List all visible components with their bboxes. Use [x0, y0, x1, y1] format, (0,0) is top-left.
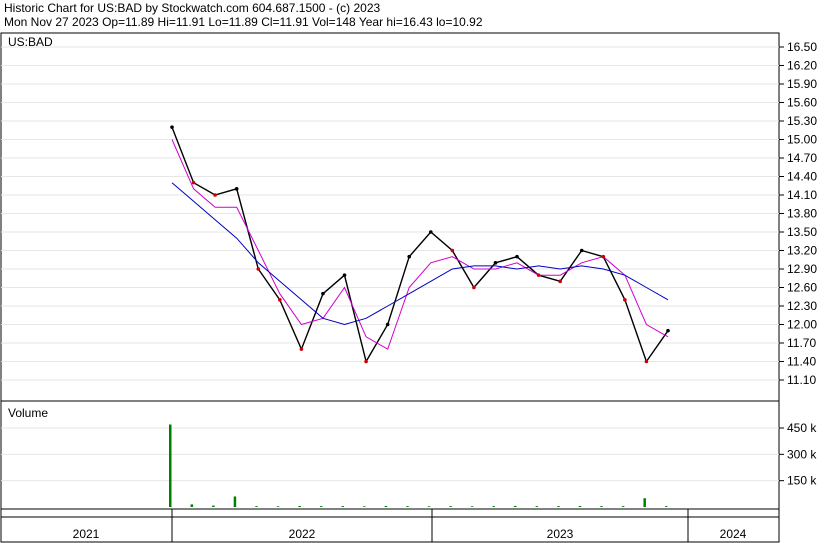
price-point: [515, 254, 519, 259]
price-point: [428, 230, 433, 234]
price-point: [536, 273, 541, 277]
price-point: [644, 359, 649, 364]
price-tick-label: 11.40: [787, 355, 816, 369]
price-tick-label: 11.10: [787, 373, 816, 387]
price-tick-label: 12.00: [787, 318, 817, 332]
year-label: 2022: [289, 527, 316, 541]
price-tick-label: 12.90: [787, 262, 817, 276]
volume-bar: [621, 506, 625, 507]
volume-bar: [514, 505, 517, 507]
price-point: [234, 187, 239, 191]
price-tick-label: 15.90: [787, 77, 817, 91]
volume-bar: [212, 505, 215, 507]
volume-panel-title: Volume: [8, 406, 48, 420]
price-point: [170, 125, 174, 129]
price-point: [321, 291, 325, 296]
volume-bar: [492, 506, 495, 507]
volume-bar: [643, 498, 646, 507]
stock-chart: Historic Chart for US:BAD by Stockwatch.…: [0, 1, 817, 543]
year-label: 2021: [73, 527, 100, 541]
volume-bar: [600, 506, 603, 507]
volume-panel: [0, 400, 780, 510]
price-tick-label: 15.60: [787, 96, 817, 110]
price-tick-label: 14.40: [787, 170, 817, 184]
volume-bar: [578, 505, 582, 507]
volume-bar: [470, 506, 474, 507]
volume-bar: [363, 506, 366, 507]
volume-bar: [449, 506, 452, 507]
price-point: [278, 298, 282, 302]
price-point: [342, 273, 347, 277]
volume-bar: [319, 506, 323, 507]
volume-bar: [298, 505, 301, 507]
price-tick-label: 13.50: [787, 225, 817, 239]
year-label: 2023: [547, 527, 574, 541]
volume-bar: [406, 506, 409, 507]
price-point: [601, 254, 606, 259]
price-panel: [0, 32, 780, 402]
price-point: [256, 267, 261, 271]
year-label: 2024: [720, 527, 747, 541]
price-point: [407, 254, 412, 259]
volume-tick-label: 450 k: [787, 421, 817, 435]
volume-bar: [341, 506, 345, 507]
header-quote: Mon Nov 27 2023 Op=11.89 Hi=11.91 Lo=11.…: [4, 15, 483, 29]
price-tick-label: 15.30: [787, 114, 817, 128]
price-tick-label: 12.60: [787, 281, 817, 295]
volume-bar: [557, 506, 560, 507]
price-tick-label: 16.50: [787, 40, 817, 54]
price-point: [493, 261, 498, 265]
volume-bar: [169, 424, 172, 507]
price-tick-label: 16.20: [787, 59, 817, 73]
volume-bar: [384, 505, 388, 507]
price-tick-label: 14.10: [787, 188, 817, 202]
header-title: Historic Chart for US:BAD by Stockwatch.…: [4, 1, 380, 15]
price-tick-label: 14.70: [787, 151, 817, 165]
price-point: [364, 359, 368, 364]
price-tick-label: 13.20: [787, 244, 817, 258]
volume-bar: [427, 506, 431, 507]
price-point: [579, 248, 584, 253]
price-point: [213, 193, 217, 197]
price-point: [558, 279, 562, 284]
price-tick-label: 13.80: [787, 207, 817, 221]
price-tick-label: 12.30: [787, 299, 817, 313]
volume-bar: [665, 506, 668, 507]
price-tick-label: 15.00: [787, 133, 817, 147]
volume-bar: [233, 496, 237, 507]
price-point: [450, 248, 455, 253]
time-axis: [0, 516, 780, 543]
volume-tick-label: 300 k: [787, 447, 817, 461]
scroll-strip: [0, 508, 780, 518]
volume-bar: [255, 506, 258, 507]
volume-bar: [535, 506, 539, 507]
price-point: [623, 298, 627, 302]
volume-tick-label: 150 k: [787, 474, 817, 488]
chart-window: Historic Chart for US:BAD by Stockwatch.…: [0, 0, 830, 543]
volume-bar: [276, 506, 280, 507]
volume-bar: [190, 504, 194, 507]
price-point: [385, 322, 390, 327]
price-tick-label: 11.70: [787, 336, 816, 350]
price-point: [299, 347, 304, 351]
price-point: [472, 285, 476, 290]
price-point: [191, 180, 196, 185]
price-point: [666, 328, 670, 333]
